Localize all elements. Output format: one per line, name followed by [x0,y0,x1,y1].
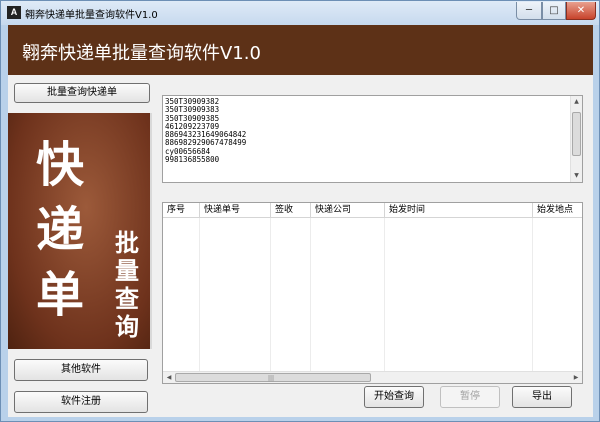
calligraphy-small-char: 询 [115,312,139,341]
pause-button[interactable]: 暂停 [440,386,500,408]
client-area: 翱奔快递单批量查询软件V1.0 批量查询快递单 快 递 单 批 量 查 询 其他… [8,25,593,417]
column-divider [270,218,271,371]
scroll-right-icon[interactable]: ▶ [571,372,581,383]
close-button[interactable]: ✕ [566,2,596,20]
register-button[interactable]: 软件注册 [14,391,148,413]
batch-query-button[interactable]: 批量查询快递单 [14,83,150,103]
window-title: 翱奔快递单批量查询软件V1.0 [25,10,158,21]
divider [150,113,152,349]
column-header-signed[interactable]: 签收 [271,203,311,218]
calligraphy-char: 递 [36,202,85,258]
scroll-up-icon[interactable]: ▲ [571,97,582,107]
scrollbar-thumb[interactable]: ||| [175,373,371,382]
other-software-button[interactable]: 其他软件 [14,359,148,381]
column-divider [310,218,311,371]
scroll-down-icon[interactable]: ▼ [571,171,582,181]
column-header-index[interactable]: 序号 [163,203,200,218]
column-divider [199,218,200,371]
column-header-tracking-number[interactable]: 快递单号 [200,203,271,218]
minimize-button[interactable]: ─ [516,2,542,20]
start-query-button[interactable]: 开始查询 [364,386,424,408]
calligraphy-char: 快 [36,137,85,193]
table-header: 序号 快递单号 签收 快递公司 始发时间 始发地点 [163,203,582,218]
column-header-dispatch-time[interactable]: 始发时间 [385,203,533,218]
maximize-button[interactable]: □ [542,2,566,20]
title-bar[interactable]: A 翱奔快递单批量查询软件V1.0 ─ □ ✕ [1,1,599,25]
results-table[interactable]: 序号 快递单号 签收 快递公司 始发时间 始发地点 ◀ ||| ▶ [162,202,583,384]
header-banner: 翱奔快递单批量查询软件V1.0 [8,25,593,75]
scroll-left-icon[interactable]: ◀ [164,372,174,383]
calligraphy-char: 单 [36,267,85,323]
calligraphy-small-char: 量 [115,256,139,285]
column-header-courier-company[interactable]: 快递公司 [311,203,385,218]
app-window: A 翱奔快递单批量查询软件V1.0 ─ □ ✕ 翱奔快递单批量查询软件V1.0 … [0,0,600,422]
column-header-dispatch-location[interactable]: 始发地点 [533,203,582,218]
side-banner-image: 快 递 单 批 量 查 询 [8,113,150,349]
vertical-scrollbar[interactable]: ▲ ▼ [570,96,582,182]
tracking-line: 998136855800 [165,155,220,165]
tracking-numbers-text: 350T30909382 350T30909383 350T30909385 4… [165,97,246,165]
horizontal-scrollbar[interactable]: ◀ ||| ▶ [163,371,582,383]
grip-icon: ||| [268,375,275,382]
banner-title: 翱奔快递单批量查询软件V1.0 [22,43,261,64]
export-button[interactable]: 导出 [512,386,572,408]
app-logo-icon: A [7,6,21,19]
column-divider [532,218,533,371]
tracking-numbers-input[interactable]: 350T30909382 350T30909383 350T30909385 4… [162,95,583,183]
calligraphy-small-char: 批 [115,228,139,257]
scrollbar-thumb[interactable] [572,112,581,156]
calligraphy-small-char: 查 [115,284,139,313]
column-divider [384,218,385,371]
